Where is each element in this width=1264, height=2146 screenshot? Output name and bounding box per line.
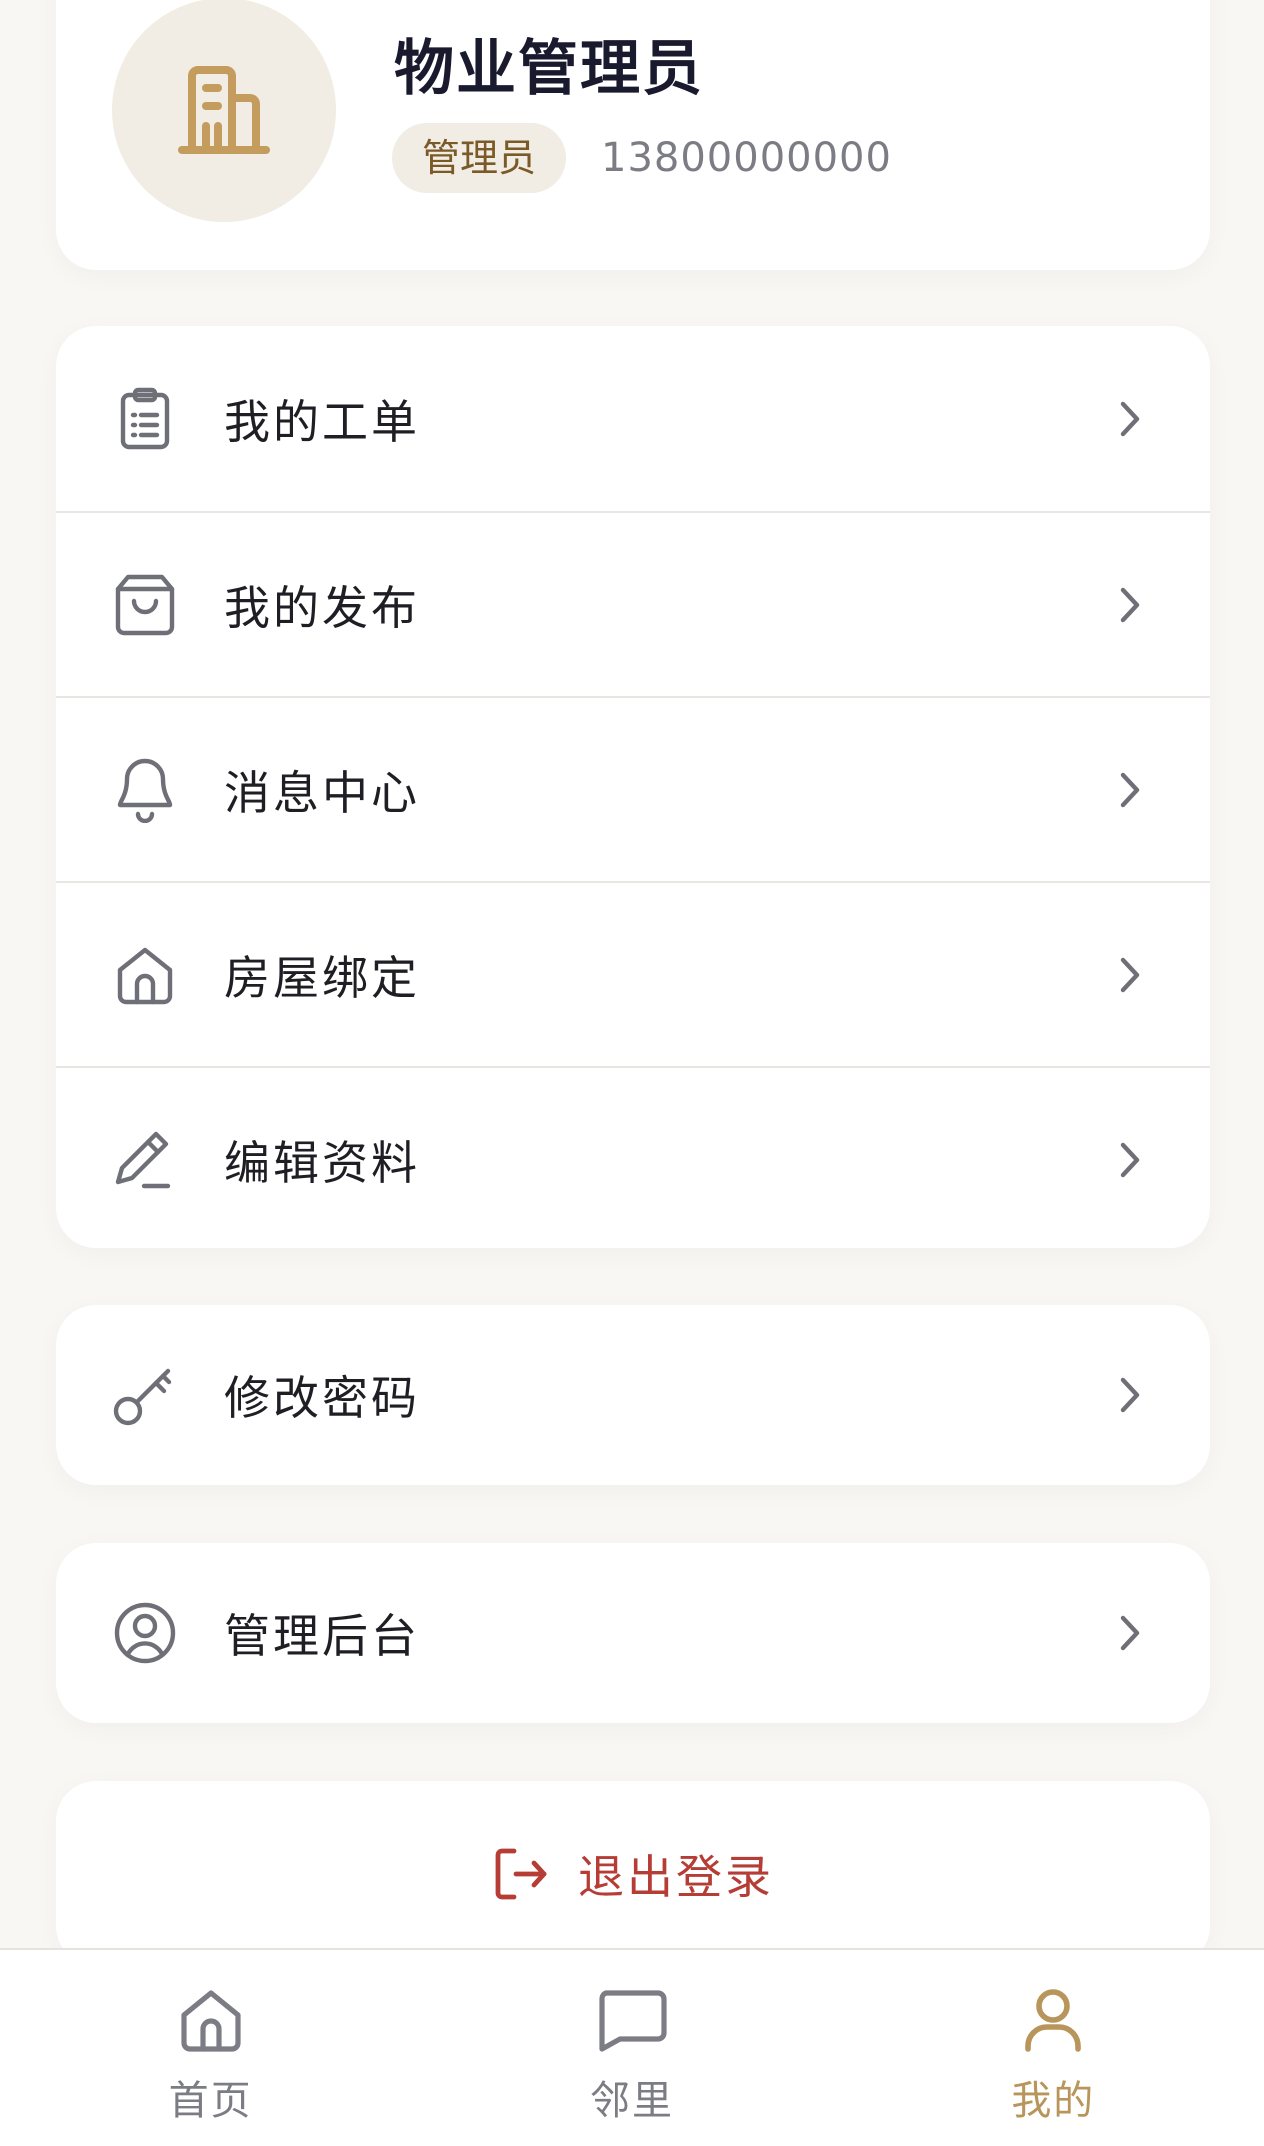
chevron-right-icon — [1114, 1138, 1146, 1182]
menu-item-label: 修改密码 — [224, 1371, 420, 1425]
menu-item-my-posts[interactable]: 我的发布 — [56, 511, 1210, 696]
menu-item-label: 我的工单 — [224, 394, 420, 449]
menu-item-admin-console[interactable]: 管理后台 — [56, 1543, 1210, 1723]
menu-item-label: 我的发布 — [224, 580, 420, 635]
menu-item-label: 房屋绑定 — [224, 950, 420, 1005]
profile-card: 物业管理员 管理员 13800000000 — [56, 0, 1210, 270]
bottom-tab-bar: 首页 邻里 我的 — [0, 1948, 1264, 2146]
menu-item-change-password[interactable]: 修改密码 — [56, 1305, 1210, 1485]
menu-item-label: 编辑资料 — [224, 1135, 420, 1190]
key-icon — [112, 1362, 178, 1428]
menu-group-password: 修改密码 — [56, 1305, 1210, 1485]
user-icon — [1015, 1982, 1091, 2058]
chevron-right-icon — [1114, 1611, 1146, 1655]
tab-label: 首页 — [168, 2078, 253, 2124]
chat-bubble-icon — [594, 1982, 670, 2058]
logout-button[interactable]: 退出登录 — [56, 1781, 1210, 1966]
menu-item-my-orders[interactable]: 我的工单 — [56, 326, 1210, 511]
logout-label: 退出登录 — [578, 1849, 774, 1904]
chevron-right-icon — [1114, 583, 1146, 627]
phone-number: 13800000000 — [601, 135, 892, 181]
home-icon — [173, 1982, 249, 2058]
tab-label: 我的 — [1011, 2078, 1096, 2124]
profile-name: 物业管理员 — [394, 34, 704, 104]
chevron-right-icon — [1114, 1373, 1146, 1417]
avatar[interactable] — [112, 0, 336, 222]
role-badge: 管理员 — [392, 123, 567, 193]
profile-page: 物业管理员 管理员 13800000000 我的工单 我的发布 消息中心 房屋绑… — [0, 0, 1264, 2146]
bell-icon — [112, 757, 178, 823]
building-icon — [178, 66, 270, 154]
home-icon — [112, 942, 178, 1008]
logout-icon — [495, 1848, 547, 1899]
chevron-right-icon — [1114, 397, 1146, 441]
shopping-bag-icon — [112, 572, 178, 638]
tab-home[interactable]: 首页 — [0, 1950, 421, 2146]
chevron-right-icon — [1114, 953, 1146, 997]
clipboard-list-icon — [112, 386, 178, 452]
user-circle-icon — [112, 1600, 178, 1666]
tab-neighbors[interactable]: 邻里 — [421, 1950, 842, 2146]
menu-item-label: 管理后台 — [224, 1609, 420, 1663]
chevron-right-icon — [1114, 768, 1146, 812]
menu-item-messages[interactable]: 消息中心 — [56, 696, 1210, 881]
menu-item-label: 消息中心 — [224, 765, 420, 820]
tab-label: 邻里 — [589, 2078, 674, 2124]
logout-card: 退出登录 — [56, 1781, 1210, 1966]
menu-item-edit-profile[interactable]: 编辑资料 — [56, 1066, 1210, 1248]
menu-group-main: 我的工单 我的发布 消息中心 房屋绑定 编辑资料 — [56, 326, 1210, 1248]
pencil-icon — [112, 1127, 178, 1193]
menu-group-admin: 管理后台 — [56, 1543, 1210, 1723]
tab-mine[interactable]: 我的 — [843, 1950, 1264, 2146]
menu-item-house-binding[interactable]: 房屋绑定 — [56, 881, 1210, 1066]
